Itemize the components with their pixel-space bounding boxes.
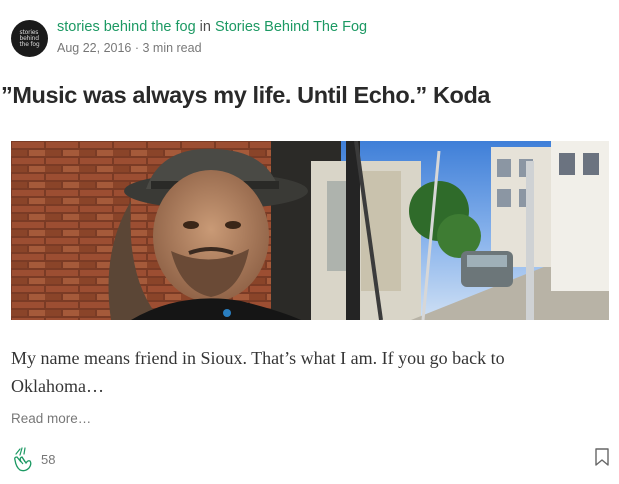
post-date[interactable]: Aug 22, 2016 xyxy=(57,41,131,55)
clap-button[interactable]: 58 xyxy=(10,446,55,472)
read-more-link[interactable]: Read more… xyxy=(11,411,91,426)
clap-icon xyxy=(14,447,32,472)
byline-in-text: in xyxy=(195,19,215,35)
avatar-logo-text: stories behind the fog xyxy=(19,28,40,48)
dateline-separator: · xyxy=(131,41,143,55)
bookmark-button[interactable] xyxy=(594,448,610,472)
hero-image[interactable] xyxy=(11,141,609,320)
clap-count: 58 xyxy=(41,451,56,467)
post-meta: stories behind the fog in Stories Behind… xyxy=(57,17,367,57)
post-excerpt: My name means friend in Sioux. That’s wh… xyxy=(11,348,505,396)
post-title[interactable]: ”Music was always my life. Until Echo.” … xyxy=(1,80,491,110)
byline: stories behind the fog in Stories Behind… xyxy=(57,17,367,37)
author-link[interactable]: stories behind the fog xyxy=(57,19,196,35)
bookmark-icon xyxy=(595,448,609,466)
read-time: 3 min read xyxy=(142,41,202,55)
publication-link[interactable]: Stories Behind The Fog xyxy=(215,19,367,35)
avatar[interactable]: stories behind the fog xyxy=(11,20,48,57)
dateline: Aug 22, 2016 · 3 min read xyxy=(57,39,367,57)
